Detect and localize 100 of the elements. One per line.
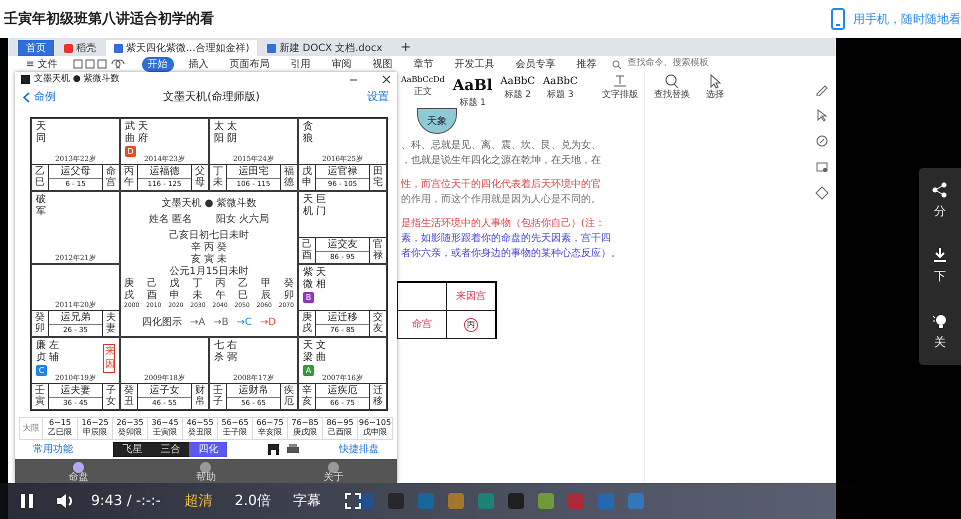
- style-preset[interactable]: AaBl 标题 1: [452, 74, 492, 110]
- lightbulb-icon[interactable]: [932, 313, 948, 330]
- legend-label: 四化图示: [142, 317, 182, 330]
- stem-branch: 丁未: [213, 166, 223, 188]
- star-name: 天机: [303, 194, 313, 217]
- yearly-palace: 运夫妻: [49, 384, 102, 398]
- earthly-branch: 申: [170, 290, 180, 302]
- palace-name: 父母: [195, 166, 205, 188]
- back-link[interactable]: 命例: [23, 89, 56, 106]
- stem-branch: 己酉: [302, 239, 312, 261]
- settings-link[interactable]: 设置: [367, 89, 389, 106]
- style-preset[interactable]: AaBbC 标题 2: [500, 74, 536, 102]
- decade-cell[interactable]: 36~45 壬寅限: [147, 418, 182, 439]
- pause-icon[interactable]: [20, 493, 34, 509]
- ribbon-tab[interactable]: 视图: [366, 56, 399, 72]
- ribbon-tab[interactable]: 插入: [182, 56, 215, 72]
- ribbon-tab[interactable]: 会员专享: [510, 56, 562, 72]
- browser-tab[interactable]: 首页: [18, 40, 54, 56]
- ribbon-tab[interactable]: ≡ 文件: [20, 56, 64, 72]
- palace-name: 子女: [106, 385, 116, 407]
- star-name: 左辅: [49, 340, 59, 363]
- back-chevron-icon[interactable]: [23, 92, 30, 103]
- mode-tab[interactable]: 四化: [189, 442, 228, 457]
- palace-name: 田宅: [373, 166, 383, 188]
- palace-name: 交友: [373, 312, 383, 334]
- decade-cell[interactable]: 86~95 己酉限: [322, 418, 357, 439]
- bottom-tab[interactable]: 命盘: [68, 462, 89, 483]
- decade-cell[interactable]: 46~55 癸丑限: [182, 418, 217, 439]
- close-icon[interactable]: [382, 75, 391, 84]
- ribbon-tab[interactable]: 引用: [284, 56, 317, 72]
- quick-chart-link[interactable]: 快捷排盘: [338, 442, 379, 457]
- side-panel-button[interactable]: 分: [932, 182, 948, 220]
- chart-info: 姓名 匿名: [148, 214, 192, 226]
- yearly-palace: 运疾厄: [316, 384, 369, 398]
- ribbon-tab[interactable]: 审阅: [326, 56, 358, 72]
- yearly-palace: 运迁移: [316, 311, 369, 325]
- decade-cell[interactable]: 16~25 甲辰限: [77, 418, 112, 439]
- star-name: 太阳: [214, 121, 224, 144]
- decade-cell[interactable]: 76~85 庚戌限: [287, 418, 322, 439]
- browser-tab[interactable]: 紫天四化紫微...合理如金祥): [106, 40, 258, 56]
- document-text: 、科、忌就是见、离、震、坎、艮、兑为女、: [401, 138, 602, 153]
- ribbon-tool-button[interactable]: 查找替换: [654, 74, 690, 102]
- browser-tab[interactable]: 新建 DOCX 文档.docx: [259, 40, 390, 56]
- ribbon-tab[interactable]: 推荐: [570, 56, 603, 72]
- subtitles-button[interactable]: 字幕: [292, 490, 321, 512]
- style-preset[interactable]: AaBbCcDd 正文: [401, 74, 445, 100]
- volume-icon[interactable]: [56, 493, 74, 509]
- bottom-tab[interactable]: 关于: [323, 462, 344, 483]
- speed-button[interactable]: 2.0倍: [234, 490, 271, 512]
- quality-button[interactable]: 超清: [184, 490, 213, 512]
- app-logo-icon: [21, 75, 30, 84]
- document-text: 素，如影随形跟着你的命盘的先天因素，宫干四: [401, 232, 612, 246]
- ribbon-tab[interactable]: 开发工具: [448, 56, 501, 72]
- decade-cell[interactable]: 96~105 戊申限: [357, 418, 392, 439]
- palace-name: 财帛: [195, 385, 205, 407]
- share-icon[interactable]: [932, 182, 948, 198]
- browser-tab[interactable]: 稻壳: [56, 40, 104, 56]
- bottom-tab[interactable]: 帮助: [196, 462, 216, 483]
- legend-item: →D: [260, 317, 276, 330]
- table-cell: 来因宫: [446, 283, 495, 311]
- stem-branch: 壬寅: [35, 385, 45, 407]
- decade-cell[interactable]: 56~65 壬子限: [217, 418, 252, 439]
- save-icon[interactable]: [268, 444, 279, 455]
- new-tab-button[interactable]: +: [392, 40, 420, 56]
- circled-stem: 丙: [464, 318, 478, 332]
- search-icon[interactable]: [664, 74, 680, 89]
- page-title: 壬寅年初级班第八讲适合初学的看: [4, 10, 214, 28]
- text-layout-icon[interactable]: [612, 74, 628, 89]
- birth-info: 公元1月15日未时: [169, 266, 249, 278]
- image-icon[interactable]: [815, 160, 829, 174]
- star-name: 天同: [36, 121, 46, 144]
- palace-name: 迁移: [373, 385, 383, 407]
- common-functions-link[interactable]: 常用功能: [33, 442, 73, 457]
- phone-icon[interactable]: [831, 8, 845, 30]
- decade-cell[interactable]: 26~35 癸卯限: [112, 418, 147, 439]
- side-panel-button[interactable]: 关: [932, 313, 948, 352]
- ribbon-tab[interactable]: 页面布局: [224, 56, 276, 72]
- document-text: ，也就是说生年四化之源在乾坤，在天地，在: [401, 154, 602, 168]
- heavenly-stem: 乙: [238, 278, 248, 290]
- diamond-icon[interactable]: [815, 186, 829, 200]
- ribbon-tool-button[interactable]: 文字排版: [602, 74, 638, 102]
- print-icon[interactable]: [286, 444, 299, 455]
- fullscreen-icon[interactable]: [344, 493, 361, 509]
- download-icon[interactable]: [932, 247, 948, 264]
- command-search-field[interactable]: 查找命令、搜索模板: [624, 58, 750, 70]
- heavenly-stem: 戊: [170, 278, 180, 290]
- decade-cell[interactable]: 66~75 辛亥限: [252, 418, 287, 439]
- cursor-icon[interactable]: [815, 108, 829, 122]
- star-name: 天府: [138, 121, 148, 144]
- star-name: 右弼: [227, 340, 237, 363]
- side-panel-button[interactable]: 下: [932, 247, 948, 286]
- earthly-branch: 辰: [261, 290, 272, 302]
- palace-tag: 来因: [103, 344, 115, 373]
- ribbon-tab[interactable]: 章节: [408, 56, 440, 72]
- earthly-branch: 巳: [238, 290, 248, 302]
- ribbon-tool-button[interactable]: 选择: [706, 74, 724, 102]
- style-preset[interactable]: AaBbC 标题 3: [543, 74, 578, 102]
- ribbon-tab[interactable]: 开始: [142, 56, 174, 72]
- decade-cell[interactable]: 6~15 乙巳限: [42, 418, 77, 439]
- transform-badge: A: [303, 365, 314, 376]
